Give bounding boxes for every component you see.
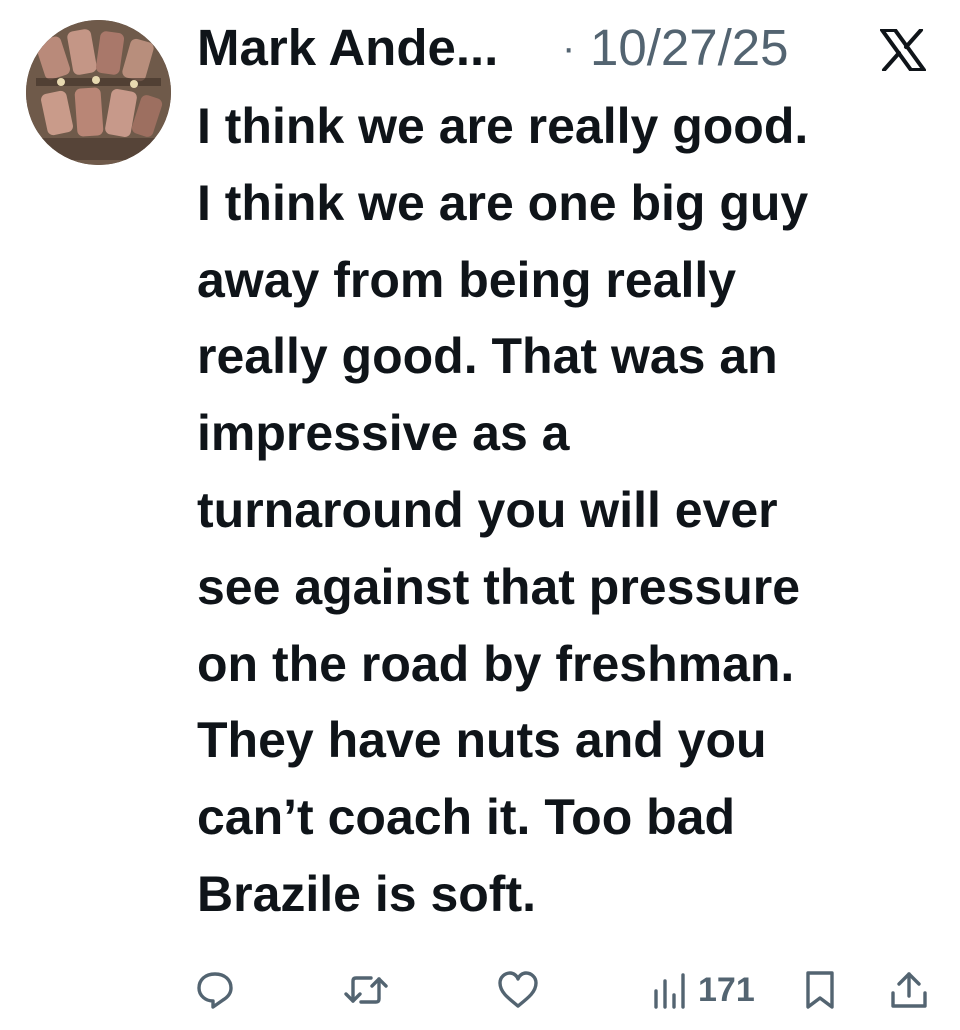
x-logo-icon xyxy=(880,28,926,72)
share-button[interactable] xyxy=(888,968,930,1012)
like-icon xyxy=(496,969,540,1011)
author-avatar[interactable] xyxy=(26,20,171,165)
share-icon xyxy=(888,969,930,1011)
tweet-text: I think we are really good. I think we a… xyxy=(197,98,809,922)
tweet-date[interactable]: 10/27/25 xyxy=(590,14,789,82)
like-button[interactable] xyxy=(496,968,540,1012)
views-icon xyxy=(652,969,688,1011)
separator-dot: · xyxy=(562,26,576,70)
views-button[interactable]: 171 xyxy=(652,968,755,1012)
reply-button[interactable] xyxy=(194,968,236,1012)
author-name[interactable]: Mark Ande... xyxy=(197,14,498,82)
retweet-button[interactable] xyxy=(343,968,389,1012)
retweet-icon xyxy=(343,969,389,1011)
tweet-action-bar: 171 xyxy=(0,962,960,1018)
tweet-header: Mark Ande... · 10/27/25 xyxy=(197,14,937,84)
view-count: 171 xyxy=(698,971,755,1009)
bookmark-icon xyxy=(804,969,836,1011)
reply-icon xyxy=(194,969,236,1011)
bookmark-button[interactable] xyxy=(804,968,836,1012)
